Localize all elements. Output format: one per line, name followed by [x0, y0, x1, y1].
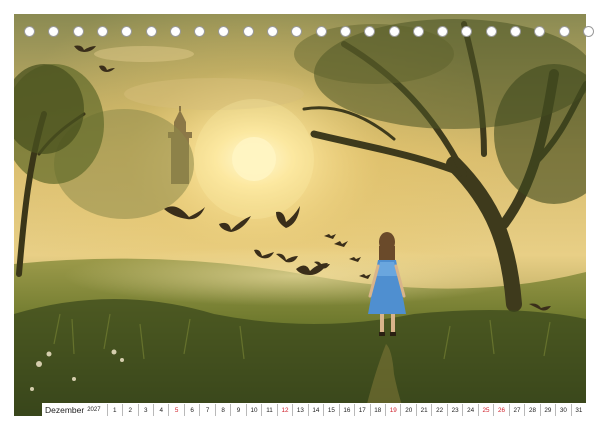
day-cell: 12	[276, 404, 292, 416]
day-cell: 19	[385, 404, 400, 416]
day-cell: 20	[400, 404, 415, 416]
day-cell: 13	[292, 404, 307, 416]
day-cell: 15	[323, 404, 338, 416]
day-cell: 1	[106, 404, 122, 416]
day-cell: 14	[307, 404, 323, 416]
day-cell: 21	[415, 404, 431, 416]
day-cell: 27	[508, 404, 524, 416]
day-cell: 23	[446, 404, 462, 416]
day-cell: 22	[431, 404, 446, 416]
binding-hole	[510, 26, 521, 37]
day-cell: 2	[122, 404, 137, 416]
binding-hole	[388, 26, 400, 37]
day-cell: 4	[152, 404, 168, 416]
spiral-binding	[0, 8, 600, 37]
binding-hole	[267, 26, 278, 37]
binding-hole	[582, 26, 594, 37]
day-cell: 26	[493, 404, 508, 416]
binding-hole	[558, 26, 570, 37]
day-cell: 28	[524, 404, 539, 416]
day-cell: 9	[230, 404, 245, 416]
day-cell: 25	[477, 404, 493, 416]
day-cell: 5	[168, 404, 183, 416]
binding-hole	[242, 26, 254, 37]
day-cell: 17	[354, 404, 369, 416]
day-cell: 3	[137, 404, 153, 416]
binding-hole	[169, 26, 181, 37]
month-label: Dezember	[45, 405, 85, 415]
binding-hole	[72, 26, 84, 37]
day-cell: 8	[214, 404, 230, 416]
day-cell: 6	[183, 404, 199, 416]
day-cell: 29	[539, 404, 555, 416]
binding-hole	[339, 26, 351, 37]
binding-hole	[24, 26, 35, 37]
day-cell: 31	[570, 404, 586, 416]
day-cell: 7	[199, 404, 214, 416]
day-cell: 10	[245, 404, 261, 416]
binding-hole	[315, 26, 327, 37]
day-cell: 16	[338, 404, 354, 416]
day-cell: 11	[261, 404, 276, 416]
day-row: 1 2 3 4 5 6 7 8 9 10 11 12 13 14 15 16 17 18 19 20 21 22 23 24 2…	[106, 404, 586, 416]
binding-hole	[96, 26, 108, 37]
binding-hole	[145, 26, 157, 37]
year-label: 2027	[87, 407, 101, 413]
photo	[14, 14, 586, 416]
day-cell: 18	[369, 404, 385, 416]
day-cell: 24	[462, 404, 477, 416]
calendar-page: Dezember 2027 1 2 3 4 5 6 7 8 9 10 11 12 13 14 15 16 17 1…	[14, 14, 586, 416]
day-cell: 30	[555, 404, 570, 416]
calendar-strip: Dezember 2027 1 2 3 4 5 6 7 8 9 10 11 12 13 14 15 16 17 1…	[42, 403, 586, 416]
binding-hole	[412, 26, 424, 37]
binding-hole	[485, 26, 497, 37]
